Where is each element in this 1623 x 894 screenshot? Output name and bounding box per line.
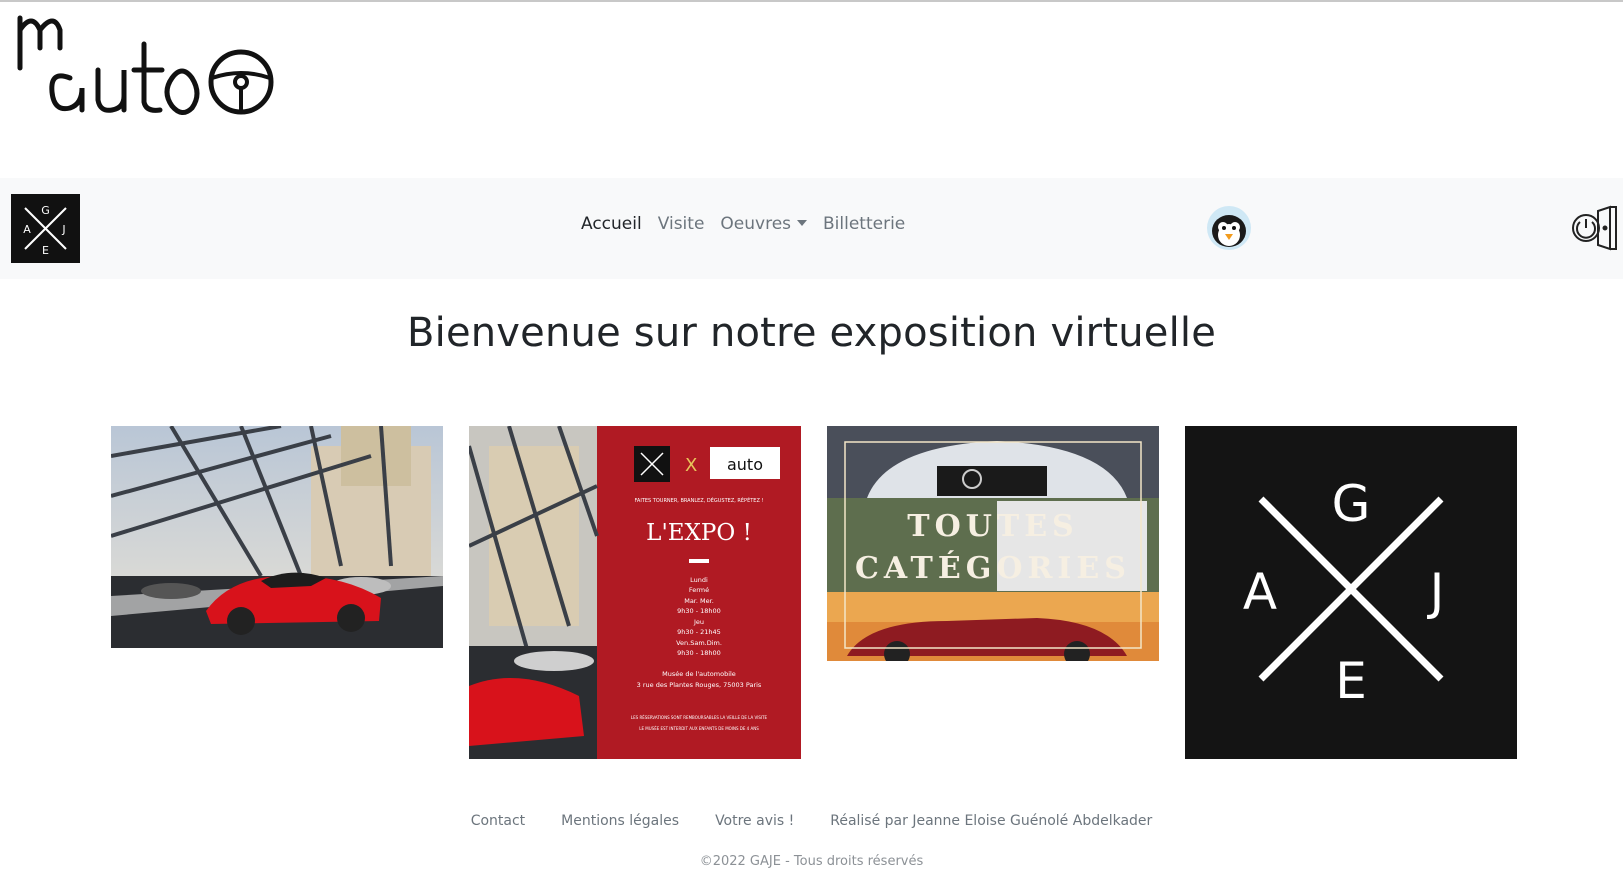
poster-schedule-3: 9h30 - 18h00 xyxy=(677,607,721,615)
brand-letter-right: J xyxy=(61,223,65,236)
categories-line-1: TOUTES xyxy=(907,509,1078,544)
chevron-down-icon xyxy=(797,220,808,226)
poster-schedule-4: Jeu xyxy=(693,618,704,626)
page-title: Bienvenue sur notre exposition virtuelle xyxy=(406,310,1216,356)
footer-copyright: ©2022 GAJE - Tous droits réservés xyxy=(699,854,924,869)
site-logo[interactable] xyxy=(14,8,284,118)
gaje-letter-top: G xyxy=(1332,475,1371,533)
nav-oeuvres-label: Oeuvres xyxy=(720,214,792,234)
footer-avis-link[interactable]: Votre avis ! xyxy=(715,813,794,829)
poster-notice-1: LES RÉSERVATIONS SONT REMBOURSABLES LA V… xyxy=(631,715,768,720)
gaje-brand-icon: G A J E xyxy=(11,194,80,263)
poster-schedule-2: Mar. Mer. xyxy=(684,597,714,605)
poster-venue: Musée de l'automobile xyxy=(662,670,736,678)
gaje-brand-logo[interactable]: G A J E xyxy=(11,194,80,263)
penguin-avatar-icon xyxy=(1207,206,1251,250)
poster-address: 3 rue des Plantes Rouges, 75003 Paris xyxy=(637,681,762,689)
categories-collage-image: TOUTES CATÉGORIES xyxy=(827,426,1159,661)
poster-schedule-1: Fermé xyxy=(689,586,709,594)
card-gaje-logo[interactable]: G A J E xyxy=(1185,426,1517,759)
nav-billetterie[interactable]: Billetterie xyxy=(815,214,913,234)
gaje-large-logo: G A J E xyxy=(1185,426,1517,759)
nav-accueil[interactable]: Accueil xyxy=(573,214,650,234)
nav-menu: Accueil Visite Oeuvres Billetterie xyxy=(573,214,913,234)
footer-links: Contact Mentions légales Votre avis ! Ré… xyxy=(0,813,1623,829)
gaje-letter-left: A xyxy=(1243,563,1277,621)
brand-letter-top: G xyxy=(41,204,50,217)
nav-oeuvres-dropdown[interactable]: Oeuvres xyxy=(712,214,815,234)
logout-button[interactable] xyxy=(1570,205,1618,251)
main-navbar: G A J E Accueil Visite Oeuvres Billetter… xyxy=(0,178,1623,279)
card-expo-poster[interactable]: X auto FAITES TOURNER, BRANLEZ, DÉGUSTEZ… xyxy=(469,426,801,759)
ferrari-hall-image xyxy=(111,426,443,648)
card-toutes-categories[interactable]: TOUTES CATÉGORIES xyxy=(827,426,1159,661)
gaje-letter-right: J xyxy=(1427,563,1445,621)
categories-line-2: CATÉGORIES xyxy=(855,550,1131,586)
poster-schedule-0: Lundi xyxy=(690,576,708,584)
power-door-icon xyxy=(1572,205,1617,251)
card-visite-photo[interactable] xyxy=(111,426,443,648)
expo-poster-image: X auto FAITES TOURNER, BRANLEZ, DÉGUSTEZ… xyxy=(469,426,801,759)
poster-headline: L'EXPO ! xyxy=(646,520,752,546)
brand-letter-left: A xyxy=(23,223,31,236)
svg-text:X: X xyxy=(685,455,697,476)
auto-logo-graphic xyxy=(17,15,274,115)
poster-schedule-6: Ven.Sam.Dim. xyxy=(676,639,722,647)
gaje-letter-bottom: E xyxy=(1335,652,1367,710)
footer-contact-link[interactable]: Contact xyxy=(471,813,525,829)
brand-letter-bottom: E xyxy=(42,244,49,257)
nav-visite[interactable]: Visite xyxy=(650,214,713,234)
user-avatar[interactable] xyxy=(1206,205,1252,251)
poster-tagline: FAITES TOURNER, BRANLEZ, DÉGUSTEZ, RÉPÉT… xyxy=(635,496,764,504)
footer-credits-link[interactable]: Réalisé par Jeanne Eloise Guénolé Abdelk… xyxy=(830,813,1152,829)
poster-schedule-7: 9h30 - 18h00 xyxy=(677,649,721,657)
poster-schedule-5: 9h30 - 21h45 xyxy=(677,628,721,636)
poster-notice-2: LE MUSÉE EST INTERDIT AUX ENFANTS DE MOI… xyxy=(639,726,759,731)
poster-auto-logo: auto xyxy=(727,455,763,474)
footer-mentions-link[interactable]: Mentions légales xyxy=(561,813,679,829)
